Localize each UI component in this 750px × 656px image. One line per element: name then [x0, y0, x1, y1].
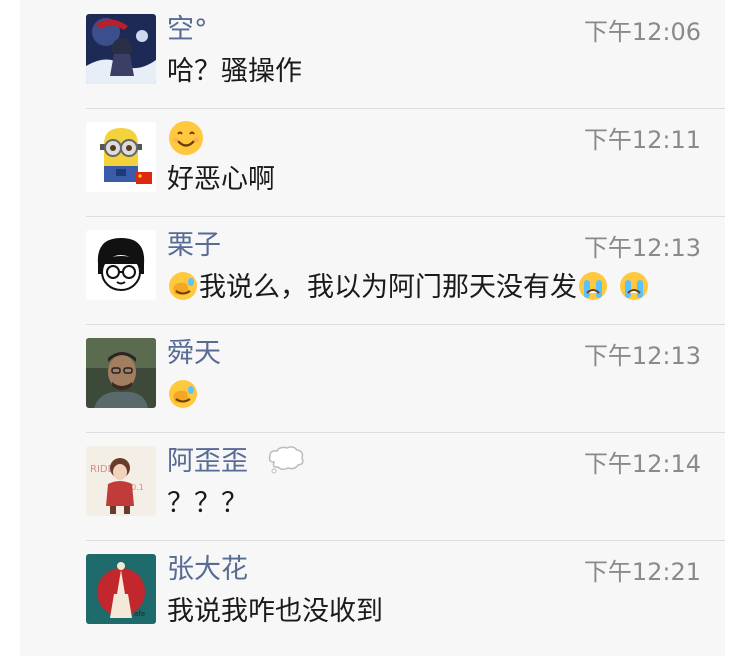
sender-name[interactable]: 阿歪歪 [167, 444, 248, 480]
divider [86, 324, 725, 325]
man-photo-avatar[interactable] [86, 338, 156, 408]
message-text: 好恶心啊 [167, 164, 275, 195]
message-text: 我说么，我以为阿门那天没有发 [167, 269, 650, 307]
divider [86, 540, 725, 541]
sender-name[interactable]: 张大花 [167, 552, 248, 588]
message-time: 下午12:13 [583, 234, 701, 262]
sender-name[interactable]: 空° [167, 12, 208, 48]
cartoon-girl-avatar[interactable] [86, 230, 156, 300]
message-item[interactable]: 空° 下午12:06 哈？骚操作 [20, 0, 725, 108]
message-time: 下午12:11 [583, 126, 701, 154]
message-item[interactable]: 舜天 下午12:13 [20, 324, 725, 432]
sender-name[interactable]: 舜天 [167, 336, 221, 372]
divider [86, 108, 725, 109]
message-time: 下午12:13 [583, 342, 701, 370]
doodle-girl-avatar[interactable]: RIDDER 10.1 [86, 446, 156, 516]
red-circle-woman-avatar[interactable]: afe [86, 554, 156, 624]
message-item[interactable]: afe 张大花 下午12:21 我说我咋也没收到 [20, 540, 725, 648]
message-text: 哈？骚操作 [167, 56, 302, 87]
message-text-content: 我说么，我以为阿门那天没有发 [199, 272, 577, 303]
message-item[interactable]: RIDDER 10.1 阿歪歪 下午12:14 ？？？ [20, 432, 725, 540]
chat-message-list: 空° 下午12:06 哈？骚操作 下午12:11 好恶心啊 栗子 下午12:13… [20, 0, 725, 656]
sender-name[interactable]: 栗子 [167, 228, 221, 264]
minion-avatar[interactable] [86, 122, 156, 192]
message-item[interactable]: 下午12:11 好恶心啊 [20, 108, 725, 216]
message-item[interactable]: 栗子 下午12:13 我说么，我以为阿门那天没有发 [20, 216, 725, 324]
message-time: 下午12:14 [583, 450, 701, 478]
message-text: ？？？ [167, 488, 248, 519]
message-time: 下午12:21 [583, 558, 701, 586]
thought-bubble-icon [266, 444, 306, 476]
message-text [167, 377, 199, 415]
crying-emoji [618, 270, 650, 302]
message-time: 下午12:06 [583, 18, 701, 46]
anime-avatar[interactable] [86, 14, 156, 84]
crying-emoji [577, 270, 609, 302]
divider [86, 432, 725, 433]
smile-emoji [167, 119, 205, 157]
divider [86, 216, 725, 217]
facepalm-emoji [167, 378, 199, 410]
svg-text:afe: afe [134, 610, 145, 618]
message-text: 我说我咋也没收到 [167, 596, 383, 627]
facepalm-emoji [167, 270, 199, 302]
